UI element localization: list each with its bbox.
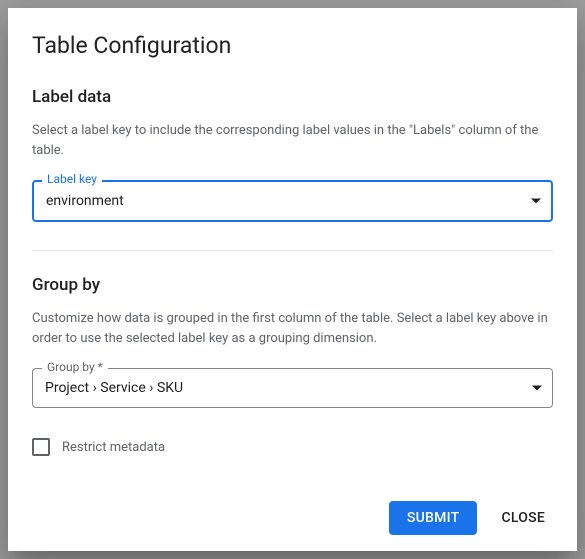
dropdown-arrow-icon xyxy=(531,199,541,204)
restrict-metadata-checkbox[interactable] xyxy=(32,438,50,456)
restrict-metadata-row: Restrict metadata xyxy=(32,438,553,456)
group-by-select[interactable]: Project › Service › SKU xyxy=(32,368,553,408)
label-data-description: Select a label key to include the corres… xyxy=(32,121,553,160)
label-key-field: Label key environment xyxy=(32,180,553,222)
close-button[interactable]: CLOSE xyxy=(493,501,553,535)
group-by-field-label: Group by * xyxy=(42,360,108,374)
modal-backdrop: Table Configuration Label data Select a … xyxy=(0,0,585,559)
restrict-metadata-label: Restrict metadata xyxy=(62,440,165,455)
dialog-actions: SUBMIT CLOSE xyxy=(32,485,553,535)
table-configuration-dialog: Table Configuration Label data Select a … xyxy=(8,8,577,551)
label-key-select-value: environment xyxy=(46,193,124,209)
section-divider xyxy=(32,250,553,251)
label-key-select[interactable]: environment xyxy=(32,180,553,222)
group-by-select-value: Project › Service › SKU xyxy=(45,380,183,396)
group-by-field: Group by * Project › Service › SKU xyxy=(32,368,553,408)
dialog-title: Table Configuration xyxy=(32,32,553,59)
label-key-field-label: Label key xyxy=(42,172,102,186)
group-by-heading: Group by xyxy=(32,275,553,295)
submit-button[interactable]: SUBMIT xyxy=(389,501,478,535)
label-data-heading: Label data xyxy=(32,87,553,107)
group-by-description: Customize how data is grouped in the fir… xyxy=(32,309,553,348)
dropdown-arrow-icon xyxy=(532,386,542,391)
